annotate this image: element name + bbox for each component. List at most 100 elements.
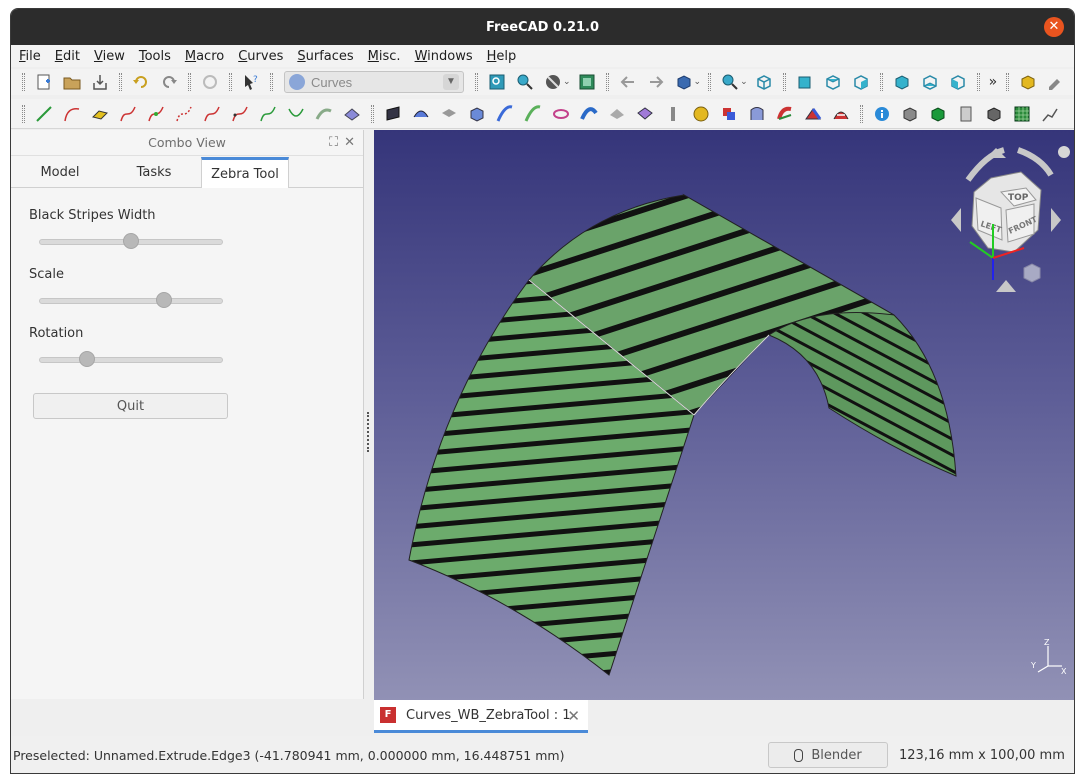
open-folder-icon[interactable] bbox=[62, 72, 82, 92]
zoom-icon[interactable] bbox=[720, 72, 740, 92]
toolbar-grip[interactable] bbox=[22, 104, 25, 123]
rear-view-icon[interactable] bbox=[892, 72, 912, 92]
quit-button[interactable]: Quit bbox=[33, 393, 228, 419]
zebra-tool-icon[interactable] bbox=[831, 104, 851, 124]
stretch-icon[interactable] bbox=[803, 104, 823, 124]
bottom-view-icon[interactable] bbox=[920, 72, 940, 92]
surface-blend-icon[interactable] bbox=[90, 104, 110, 124]
box-green-icon[interactable] bbox=[928, 104, 948, 124]
tab-zebra-tool[interactable]: Zebra Tool bbox=[201, 157, 289, 188]
loft-icon[interactable] bbox=[551, 104, 571, 124]
bounding-box-icon[interactable] bbox=[577, 72, 597, 92]
left-view-icon[interactable] bbox=[948, 72, 968, 92]
close-panel-icon[interactable]: ✕ bbox=[344, 135, 355, 150]
menu-surfaces[interactable]: Surfaces bbox=[297, 49, 353, 64]
close-window-button[interactable]: ✕ bbox=[1044, 17, 1064, 37]
toolbar-grip[interactable] bbox=[976, 73, 980, 91]
toolbar-overflow-icon[interactable]: » bbox=[989, 74, 998, 90]
curve-join-icon[interactable] bbox=[118, 104, 138, 124]
toolbar-grip[interactable] bbox=[708, 73, 712, 91]
draw-style-icon[interactable] bbox=[543, 72, 563, 92]
rotation-slider[interactable] bbox=[39, 351, 223, 367]
scale-slider[interactable] bbox=[39, 292, 223, 308]
menu-windows[interactable]: Windows bbox=[415, 49, 473, 64]
panel-splitter-handle[interactable] bbox=[367, 412, 370, 452]
chevron-down-icon[interactable]: ⌄ bbox=[694, 77, 702, 87]
chevron-down-icon[interactable]: ⌄ bbox=[740, 77, 748, 87]
back-arrow-icon[interactable] bbox=[618, 72, 638, 92]
3d-viewport[interactable]: TOP LEFT FRONT Z Y X bbox=[374, 130, 1075, 700]
menu-curves[interactable]: Curves bbox=[238, 49, 283, 64]
menu-misc[interactable]: Misc. bbox=[368, 49, 401, 64]
arc-icon[interactable] bbox=[62, 104, 82, 124]
box-surface-icon[interactable] bbox=[467, 104, 487, 124]
stripes-width-slider[interactable] bbox=[39, 233, 223, 249]
std-views-icon[interactable] bbox=[674, 72, 694, 92]
navigation-cube[interactable]: TOP LEFT FRONT bbox=[906, 130, 1075, 300]
segment-surface-icon[interactable] bbox=[775, 104, 795, 124]
stairs-icon[interactable] bbox=[1040, 104, 1060, 124]
menu-tools[interactable]: Tools bbox=[139, 49, 171, 64]
isocurve-icon[interactable] bbox=[523, 104, 543, 124]
toolbar-grip[interactable] bbox=[188, 73, 191, 91]
toolbar-grip[interactable] bbox=[879, 73, 883, 91]
trim-face-icon[interactable] bbox=[719, 104, 739, 124]
slider-handle[interactable] bbox=[123, 233, 139, 249]
curve-split-icon[interactable] bbox=[146, 104, 166, 124]
blend-curve-icon[interactable] bbox=[286, 104, 306, 124]
menu-macro[interactable]: Macro bbox=[185, 49, 224, 64]
toolbar-grip[interactable] bbox=[371, 104, 374, 123]
toolbar-grip[interactable] bbox=[270, 73, 273, 91]
fit-all-icon[interactable] bbox=[487, 72, 507, 92]
curve-on-surface-icon[interactable] bbox=[314, 104, 334, 124]
sweep-icon[interactable] bbox=[439, 104, 459, 124]
sweep-path-icon[interactable] bbox=[579, 104, 599, 124]
refresh-icon[interactable] bbox=[200, 72, 220, 92]
grid-icon[interactable] bbox=[1012, 104, 1032, 124]
box-dark-icon[interactable] bbox=[984, 104, 1004, 124]
navigation-style-button[interactable]: Blender bbox=[768, 742, 888, 768]
macro-edit-icon[interactable] bbox=[1046, 72, 1066, 92]
toolbar-grip[interactable] bbox=[1006, 73, 1010, 91]
pipeshell-icon[interactable] bbox=[383, 104, 403, 124]
info-icon[interactable] bbox=[872, 104, 892, 124]
new-document-icon[interactable] bbox=[34, 72, 54, 92]
close-tab-icon[interactable]: ✕ bbox=[567, 707, 580, 725]
front-view-icon[interactable] bbox=[795, 72, 815, 92]
line-icon[interactable] bbox=[34, 104, 54, 124]
document-tab[interactable]: F Curves_WB_ZebraTool : 1 ✕ bbox=[374, 700, 588, 733]
menu-view[interactable]: View bbox=[94, 49, 125, 64]
fit-selection-icon[interactable] bbox=[515, 72, 535, 92]
menu-help[interactable]: Help bbox=[487, 49, 517, 64]
toolbar-grip[interactable] bbox=[605, 73, 609, 91]
sphere-icon[interactable] bbox=[691, 104, 711, 124]
toolbar-grip[interactable] bbox=[475, 73, 478, 91]
toolbar-grip[interactable] bbox=[229, 73, 232, 91]
ruled-surface-icon[interactable] bbox=[607, 104, 627, 124]
toolbar-grip[interactable] bbox=[22, 73, 25, 91]
flatten-icon[interactable] bbox=[635, 104, 655, 124]
profile-support-icon[interactable] bbox=[495, 104, 515, 124]
toolbar-grip[interactable] bbox=[119, 73, 122, 91]
toolbar-grip[interactable] bbox=[782, 73, 786, 91]
save-icon[interactable] bbox=[90, 72, 110, 92]
gordon-surface-icon[interactable] bbox=[411, 104, 431, 124]
menu-edit[interactable]: Edit bbox=[55, 49, 80, 64]
workbench-selector[interactable]: Curves ▼ bbox=[284, 71, 464, 93]
float-panel-icon[interactable]: ⛶ bbox=[329, 135, 338, 150]
curve-extend-icon[interactable] bbox=[258, 104, 278, 124]
whats-this-icon[interactable]: ? bbox=[241, 72, 261, 92]
right-view-icon[interactable] bbox=[851, 72, 871, 92]
slider-handle[interactable] bbox=[78, 351, 95, 367]
comb-icon[interactable] bbox=[342, 104, 362, 124]
macro-icon[interactable] bbox=[1018, 72, 1038, 92]
slider-handle[interactable] bbox=[156, 292, 173, 308]
unroll-icon[interactable] bbox=[663, 104, 683, 124]
chevron-down-icon[interactable]: ⌄ bbox=[563, 77, 571, 87]
script-icon[interactable] bbox=[956, 104, 976, 124]
curve-discretize-icon[interactable] bbox=[174, 104, 194, 124]
tab-model[interactable]: Model bbox=[13, 157, 107, 187]
box-grey-icon[interactable] bbox=[900, 104, 920, 124]
isometric-view-icon[interactable] bbox=[754, 72, 774, 92]
top-view-icon[interactable] bbox=[823, 72, 843, 92]
